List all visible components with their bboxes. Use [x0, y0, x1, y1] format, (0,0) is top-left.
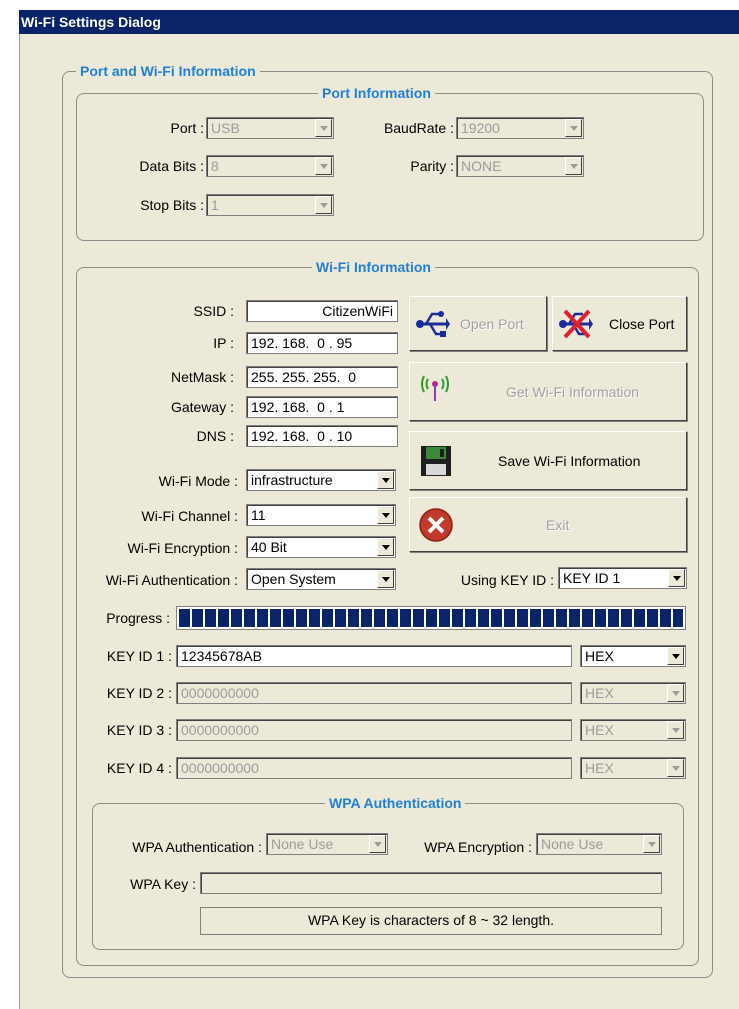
chevron-down-icon — [565, 119, 582, 137]
chevron-down-icon — [377, 538, 394, 556]
key-id-3-format-select[interactable]: HEX — [580, 719, 686, 741]
progress-bar — [176, 606, 686, 630]
port-label: Port : — [170, 120, 204, 136]
ip-label: IP : — [213, 335, 234, 351]
window-title: Wi-Fi Settings Dialog — [19, 10, 739, 34]
wifi-channel-select[interactable]: 11 — [246, 504, 396, 526]
chevron-down-icon — [369, 835, 386, 853]
port-wifi-group-title: Port and Wi-Fi Information — [76, 63, 260, 79]
close-icon — [419, 508, 453, 542]
key-id-4-field[interactable]: 0000000000 — [176, 757, 572, 779]
close-port-button[interactable]: Close Port — [552, 296, 687, 351]
antenna-signal-icon — [421, 375, 449, 401]
chevron-down-icon — [667, 684, 684, 702]
databits-select[interactable]: 8 — [206, 155, 334, 177]
open-port-button[interactable]: Open Port — [409, 296, 547, 351]
parity-select[interactable]: NONE — [456, 155, 584, 177]
exit-button[interactable]: Exit — [409, 497, 687, 552]
wpa-key-label: WPA Key : — [130, 876, 196, 892]
ip-field[interactable]: 192. 168. 0 . 95 — [246, 332, 398, 354]
key-id-3-label: KEY ID 3 : — [106, 722, 172, 738]
key-id-1-label: KEY ID 1 : — [106, 648, 172, 664]
key-id-4-format-select[interactable]: HEX — [580, 757, 686, 779]
using-keyid-label: Using KEY ID : — [460, 572, 554, 588]
ssid-label: SSID : — [193, 303, 234, 319]
chevron-down-icon — [668, 569, 685, 587]
progress-label: Progress : — [106, 610, 170, 626]
gateway-label: Gateway : — [170, 399, 234, 415]
port-info-group-title: Port Information — [318, 85, 435, 101]
baudrate-label: BaudRate : — [383, 120, 454, 136]
usb-disconnect-icon — [559, 309, 593, 339]
wifi-info-group-title: Wi-Fi Information — [312, 259, 435, 275]
wifi-encryption-label: Wi-Fi Encryption : — [127, 540, 238, 556]
wifi-auth-select[interactable]: Open System — [246, 568, 396, 590]
wpa-encryption-label: WPA Encryption : — [424, 839, 532, 855]
netmask-field[interactable]: 255. 255. 255. 0 — [246, 366, 398, 388]
dns-field[interactable]: 192. 168. 0 . 10 — [246, 425, 398, 447]
wpa-auth-select[interactable]: None Use — [266, 833, 388, 855]
port-select[interactable]: USB — [206, 117, 334, 139]
wifi-mode-select[interactable]: infrastructure — [246, 469, 396, 491]
save-wifi-info-button[interactable]: Save Wi-Fi Information — [409, 431, 687, 490]
wpa-auth-label: WPA Authentication : — [132, 839, 262, 855]
baudrate-select[interactable]: 19200 — [456, 117, 584, 139]
open-port-label: Open Port — [460, 316, 524, 332]
save-wifi-info-label: Save Wi-Fi Information — [498, 453, 641, 469]
wifi-mode-label: Wi-Fi Mode : — [158, 473, 238, 489]
wpa-auth-group-title: WPA Authentication — [325, 795, 466, 811]
key-id-3-field[interactable]: 0000000000 — [176, 719, 572, 741]
key-id-1-field[interactable]: 12345678AB — [176, 645, 572, 667]
chevron-down-icon — [377, 471, 394, 489]
key-id-4-label: KEY ID 4 : — [106, 760, 172, 776]
gateway-field[interactable]: 192. 168. 0 . 1 — [246, 396, 398, 418]
progress-bar-fill — [179, 609, 683, 627]
parity-label: Parity : — [410, 158, 454, 174]
get-wifi-info-label: Get Wi-Fi Information — [506, 384, 640, 400]
chevron-down-icon — [377, 570, 394, 588]
chevron-down-icon — [643, 835, 660, 853]
chevron-down-icon — [667, 759, 684, 777]
databits-label: Data Bits : — [139, 158, 204, 174]
floppy-disk-icon — [421, 446, 451, 476]
wpa-key-field[interactable] — [200, 872, 662, 894]
close-port-label: Close Port — [609, 316, 675, 332]
wifi-encryption-select[interactable]: 40 Bit — [246, 536, 396, 558]
ssid-field[interactable]: CitizenWiFi — [246, 300, 398, 322]
key-id-1-format-select[interactable]: HEX — [580, 645, 686, 667]
wpa-key-note: WPA Key is characters of 8 ~ 32 length. — [200, 907, 662, 935]
exit-label: Exit — [546, 517, 570, 533]
chevron-down-icon — [667, 647, 684, 665]
dns-label: DNS : — [196, 428, 234, 444]
key-id-2-field[interactable]: 0000000000 — [176, 682, 572, 704]
get-wifi-info-button[interactable]: Get Wi-Fi Information — [409, 362, 687, 421]
netmask-label: NetMask : — [170, 369, 234, 385]
chevron-down-icon — [377, 506, 394, 524]
wpa-encryption-select[interactable]: None Use — [536, 833, 662, 855]
stopbits-select[interactable]: 1 — [206, 194, 334, 216]
chevron-down-icon — [667, 721, 684, 739]
chevron-down-icon — [565, 157, 582, 175]
key-id-2-format-select[interactable]: HEX — [580, 682, 686, 704]
key-id-2-label: KEY ID 2 : — [106, 685, 172, 701]
usb-plug-icon — [416, 311, 450, 337]
wifi-channel-label: Wi-Fi Channel : — [141, 508, 238, 524]
chevron-down-icon — [315, 196, 332, 214]
using-keyid-select[interactable]: KEY ID 1 — [558, 567, 687, 589]
stopbits-label: Stop Bits : — [140, 197, 204, 213]
wifi-auth-label: Wi-Fi Authentication : — [105, 572, 238, 588]
